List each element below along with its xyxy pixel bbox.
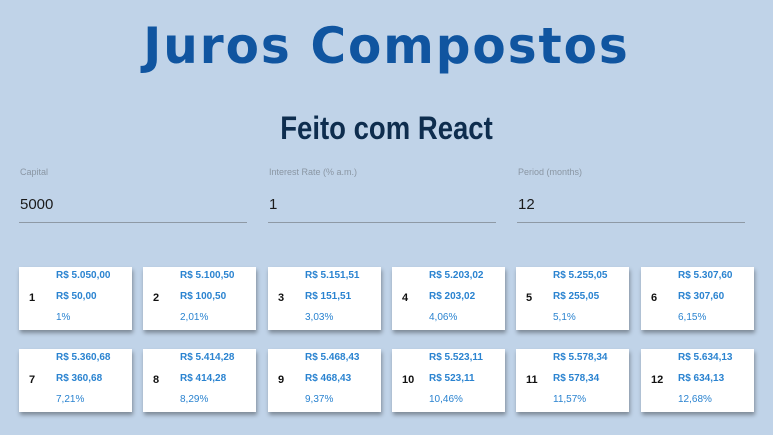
installment-month: 12 <box>651 374 664 386</box>
installment-total: R$ 5.468,43 <box>305 352 360 363</box>
installment-card: 8 R$ 5.414,28 R$ 414,28 8,29% <box>143 349 256 412</box>
installment-card: 2 R$ 5.100,50 R$ 100,50 2,01% <box>143 267 256 330</box>
installment-interest: R$ 578,34 <box>553 373 600 384</box>
installment-card: 11 R$ 5.578,34 R$ 578,34 11,57% <box>516 349 629 412</box>
interest-rate-input[interactable] <box>268 193 496 223</box>
installment-month: 2 <box>153 292 160 304</box>
interest-rate-label: Interest Rate (% a.m.) <box>269 167 358 177</box>
installment-interest: R$ 414,28 <box>180 373 227 384</box>
installment-interest: R$ 468,43 <box>305 373 352 384</box>
capital-input[interactable] <box>19 193 247 223</box>
installment-interest: R$ 151,51 <box>305 291 352 302</box>
installment-interest: R$ 255,05 <box>553 291 600 302</box>
period-input[interactable] <box>517 193 745 223</box>
installment-total: R$ 5.414,28 <box>180 352 235 363</box>
installment-total: R$ 5.151,51 <box>305 270 360 281</box>
page-title: Juros Compostos <box>143 17 630 75</box>
installment-card: 6 R$ 5.307,60 R$ 307,60 6,15% <box>641 267 754 330</box>
installment-percent: 9,37% <box>305 394 334 405</box>
interest-rate-field: Interest Rate (% a.m.) <box>268 167 496 225</box>
installment-percent: 12,68% <box>678 394 712 405</box>
installment-month: 6 <box>651 292 658 304</box>
installment-total: R$ 5.203,02 <box>429 270 484 281</box>
installment-percent: 5,1% <box>553 312 576 323</box>
installment-total: R$ 5.634,13 <box>678 352 733 363</box>
installment-percent: 6,15% <box>678 312 707 323</box>
page-subtitle: Feito com React <box>280 110 493 146</box>
installment-card: 12 R$ 5.634,13 R$ 634,13 12,68% <box>641 349 754 412</box>
installment-card: 9 R$ 5.468,43 R$ 468,43 9,37% <box>268 349 381 412</box>
installment-interest: R$ 203,02 <box>429 291 476 302</box>
installment-total: R$ 5.360,68 <box>56 352 111 363</box>
capital-field: Capital <box>19 167 247 225</box>
installment-month: 8 <box>153 374 160 386</box>
installment-month: 1 <box>29 292 36 304</box>
installment-percent: 7,21% <box>56 394 85 405</box>
installment-percent: 3,03% <box>305 312 334 323</box>
installment-percent: 8,29% <box>180 394 209 405</box>
installment-percent: 2,01% <box>180 312 209 323</box>
installment-card: 4 R$ 5.203,02 R$ 203,02 4,06% <box>392 267 505 330</box>
installment-interest: R$ 634,13 <box>678 373 725 384</box>
installment-percent: 10,46% <box>429 394 463 405</box>
installment-month: 5 <box>526 292 533 304</box>
installment-interest: R$ 307,60 <box>678 291 725 302</box>
installment-percent: 4,06% <box>429 312 458 323</box>
installment-month: 9 <box>278 374 285 386</box>
installment-total: R$ 5.307,60 <box>678 270 733 281</box>
installment-card: 10 R$ 5.523,11 R$ 523,11 10,46% <box>392 349 505 412</box>
installment-total: R$ 5.578,34 <box>553 352 608 363</box>
installment-percent: 11,57% <box>553 394 587 405</box>
installment-card: 5 R$ 5.255,05 R$ 255,05 5,1% <box>516 267 629 330</box>
installment-percent: 1% <box>56 312 71 323</box>
installment-month: 7 <box>29 374 36 386</box>
installment-card: 1 R$ 5.050,00 R$ 50,00 1% <box>19 267 132 330</box>
installment-card: 7 R$ 5.360,68 R$ 360,68 7,21% <box>19 349 132 412</box>
installment-total: R$ 5.523,11 <box>429 352 483 363</box>
installment-card: 3 R$ 5.151,51 R$ 151,51 3,03% <box>268 267 381 330</box>
installment-interest: R$ 100,50 <box>180 291 227 302</box>
installment-month: 11 <box>526 374 538 386</box>
period-field: Period (months) <box>517 167 745 225</box>
installment-month: 3 <box>278 292 285 304</box>
installment-total: R$ 5.100,50 <box>180 270 235 281</box>
installment-interest: R$ 360,68 <box>56 373 103 384</box>
period-label: Period (months) <box>518 167 583 177</box>
installment-total: R$ 5.050,00 <box>56 270 111 281</box>
installment-month: 10 <box>402 374 415 386</box>
installment-interest: R$ 50,00 <box>56 291 97 302</box>
installment-total: R$ 5.255,05 <box>553 270 608 281</box>
installment-interest: R$ 523,11 <box>429 373 475 384</box>
installment-month: 4 <box>402 292 409 304</box>
capital-label: Capital <box>20 167 49 177</box>
